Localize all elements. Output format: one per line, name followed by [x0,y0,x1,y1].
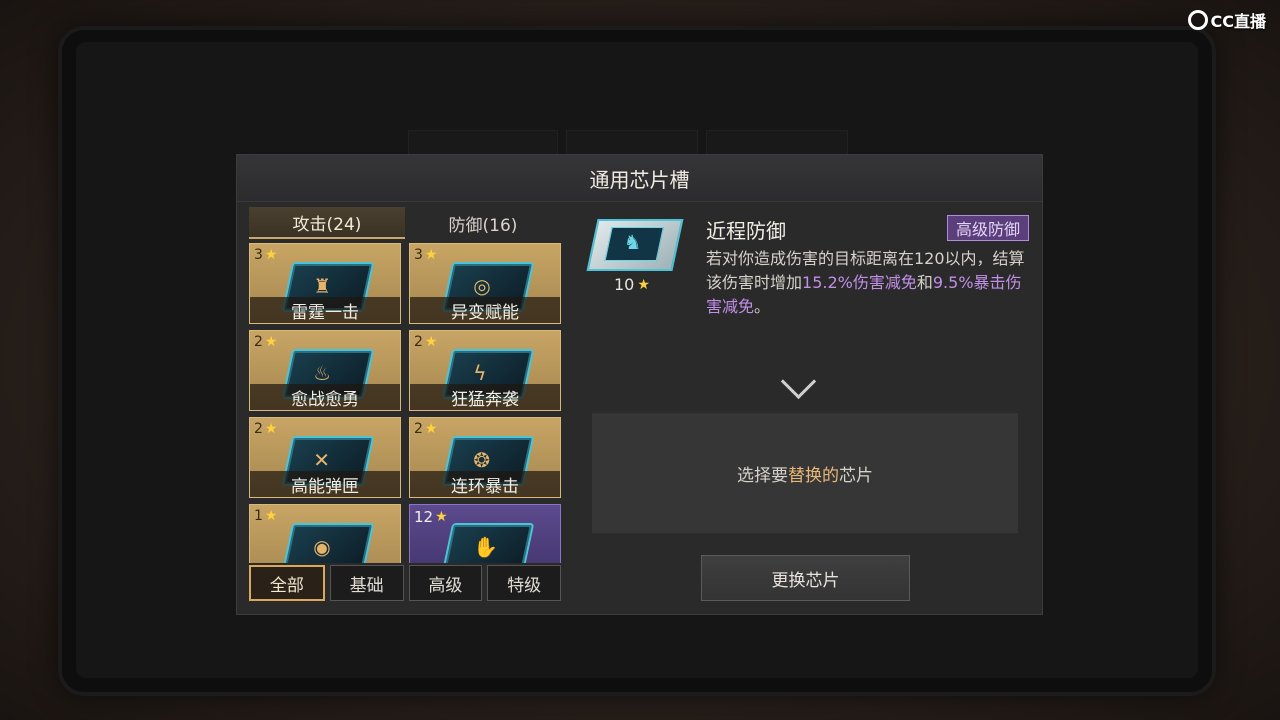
chip-list-panel: 攻击(24) 防御(16) 3 ★ ♜ 雷霆一击 3 ★ ◎ 异变赋能 2 ★ ♨ 愈… [249,207,561,605]
chip-icon: ◉ [281,523,375,563]
star-icon: ★ [435,509,448,525]
chip-tier-badge: 高级防御 [946,215,1029,241]
category-tabs: 攻击(24) 防御(16) [249,207,561,239]
chip-card[interactable]: 3 ★ ♜ 雷霆一击 [249,243,401,324]
chip-card[interactable]: 2 ★ ♨ 愈战愈勇 [249,330,401,411]
filter-special-button[interactable]: 特级 [487,565,561,601]
cc-logo-icon [1187,10,1208,30]
filter-advanced-button[interactable]: 高级 [408,565,483,601]
chip-title: 近程防御 [706,219,786,243]
chip-stars: 3 ★ [414,247,437,263]
selected-chip-icon: ♞ [586,219,684,271]
chip-star-count: 2 [254,334,263,350]
chip-grid: 3 ★ ♜ 雷霆一击 3 ★ ◎ 异变赋能 2 ★ ♨ 愈战愈勇 2 ★ ϟ 狂猛奔袭 … [249,243,561,563]
star-icon: ★ [264,334,278,350]
crit-icon: ❂ [473,448,490,472]
dialog-title: 通用芯片槽 [589,167,690,192]
thunder-icon: ♜ [313,274,332,298]
chip-name: 狂猛奔袭 [410,384,560,410]
tab-attack[interactable]: 攻击(24) [249,207,405,239]
chip-stars: 2 ★ [254,334,277,350]
chip-name: 异变赋能 [410,297,560,323]
chip-description: 若对你造成伤害的目标距离在120以内，结算该伤害时增加15.2%伤害减免和9.5… [706,247,1036,319]
chip-card[interactable]: 2 ★ ϟ 狂猛奔袭 [409,330,561,411]
chip-card[interactable]: 1 ★ ◉ [249,504,401,563]
dialog-header: 通用芯片槽 [237,155,1042,202]
desc-text: 和 [916,273,933,292]
tab-defense[interactable]: 防御(16) [405,207,561,239]
filter-basic-button[interactable]: 基础 [329,565,404,601]
chip-stars: 2 ★ [414,334,437,350]
ammo-icon: ✕ [313,448,330,472]
star-icon: ★ [264,421,278,437]
star-icon: ★ [264,508,278,524]
chip-icon: ✋ [441,523,535,563]
chip-star-count: 3 [254,247,263,263]
chip-star-count: 2 [254,421,263,437]
watermark-text: CC直播 [1210,12,1267,31]
chip-level-value: 10 [614,275,635,294]
chip-card[interactable]: 2 ★ ✕ 高能弹匣 [249,417,401,498]
chip-stars: 3 ★ [254,247,277,263]
chip-slot-dialog: 通用芯片槽 攻击(24) 防御(16) 3 ★ ♜ 雷霆一击 3 ★ ◎ 异变赋能 … [236,154,1043,615]
chevron-down-icon [780,363,817,400]
chip-level: 10 ★ [614,275,650,294]
chip-name: 连环暴击 [410,471,560,497]
flame-icon: ♨ [313,361,332,385]
replace-target-slot[interactable]: 选择要 替换的 芯片 [592,413,1018,533]
chip-name: 高能弹匣 [250,471,400,497]
chip-screen: ♞ [604,227,664,261]
star-icon: ★ [637,276,650,293]
chip-star-count: 12 [414,508,434,526]
chip-card[interactable]: 3 ★ ◎ 异变赋能 [409,243,561,324]
replace-prompt-accent: 替换的 [788,465,839,486]
shield-ring-icon: ◉ [313,535,331,559]
star-icon: ★ [264,247,278,263]
chip-star-count: 3 [414,247,423,263]
claw-icon: ✋ [473,535,499,559]
desc-text: 。 [754,297,771,316]
filter-all-button[interactable]: 全部 [249,565,325,601]
chip-name: 愈战愈勇 [250,384,400,410]
replace-prompt-prefix: 选择要 [737,465,788,486]
chip-star-count: 1 [254,508,263,524]
chip-star-count: 2 [414,421,423,437]
chip-card[interactable]: 12 ★ ✋ [409,504,561,563]
chip-stars: 1 ★ [254,508,277,524]
chip-detail-panel: ♞ 10 ★ 近程防御 高级防御 若对你造成伤害的目标距离在120以内，结算该伤害… [582,207,1037,605]
shield-hand-icon: ♞ [623,230,642,254]
chip-name: 雷霆一击 [250,297,400,323]
lightning-icon: ϟ [473,361,487,385]
watermark: CC直播 [1187,8,1267,32]
chip-star-count: 2 [414,334,423,350]
star-icon: ★ [424,421,438,437]
chip-card[interactable]: 2 ★ ❂ 连环暴击 [409,417,561,498]
star-icon: ★ [424,334,438,350]
replace-prompt-suffix: 芯片 [839,465,873,486]
swap-chip-button[interactable]: 更换芯片 [701,555,910,601]
chip-stars: 2 ★ [254,421,277,437]
chip-stars: 2 ★ [414,421,437,437]
rarity-filter: 全部 基础 高级 特级 [249,565,561,601]
mutation-icon: ◎ [473,274,491,298]
star-icon: ★ [424,247,438,263]
desc-highlight: 15.2%伤害减免 [802,273,917,292]
chip-stars: 12 ★ [414,508,448,526]
